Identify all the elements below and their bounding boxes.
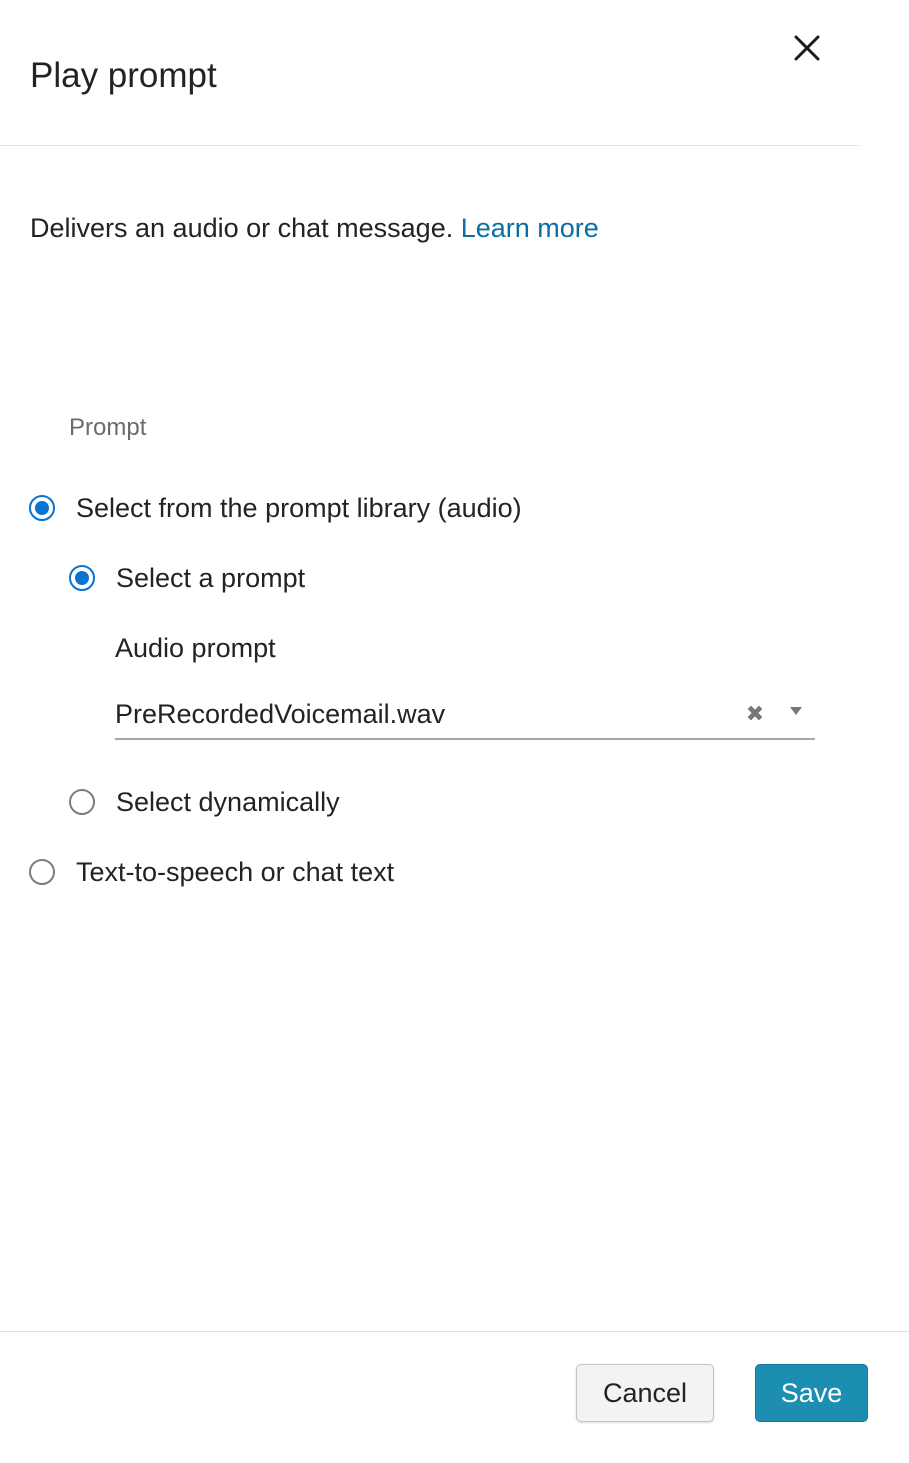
radio-label: Select dynamically (116, 787, 340, 817)
learn-more-link[interactable]: Learn more (461, 213, 599, 243)
radio-prompt-library[interactable]: Select from the prompt library (audio) (29, 490, 522, 526)
radio-select-a-prompt[interactable]: Select a prompt (69, 560, 305, 596)
radio-button-unchecked[interactable] (29, 859, 55, 885)
caret-down-icon[interactable] (786, 702, 806, 722)
audio-prompt-value: PreRecordedVoicemail.wav (115, 699, 446, 729)
close-icon (794, 35, 820, 61)
dialog-header: Play prompt (0, 0, 859, 146)
audio-prompt-select[interactable]: PreRecordedVoicemail.wav ✖ (115, 690, 815, 740)
close-button[interactable] (786, 27, 828, 69)
prompt-section-label: Prompt (69, 414, 147, 441)
radio-label: Text-to-speech or chat text (76, 857, 395, 887)
save-button[interactable]: Save (755, 1364, 868, 1422)
clear-icon[interactable]: ✖ (745, 702, 765, 726)
dialog-title: Play prompt (30, 56, 217, 95)
radio-select-dynamically[interactable]: Select dynamically (69, 784, 340, 820)
description-text: Delivers an audio or chat message. (30, 213, 461, 243)
radio-label: Select from the prompt library (audio) (76, 493, 522, 523)
radio-label: Select a prompt (116, 563, 306, 593)
dialog-description: Delivers an audio or chat message. Learn… (30, 210, 599, 246)
cancel-button[interactable]: Cancel (576, 1364, 714, 1422)
dialog-footer: Cancel Save (0, 1331, 909, 1463)
audio-prompt-label: Audio prompt (115, 633, 276, 663)
radio-button-checked[interactable] (69, 565, 95, 591)
radio-button-checked[interactable] (29, 495, 55, 521)
radio-text-to-speech[interactable]: Text-to-speech or chat text (29, 854, 394, 890)
radio-button-unchecked[interactable] (69, 789, 95, 815)
